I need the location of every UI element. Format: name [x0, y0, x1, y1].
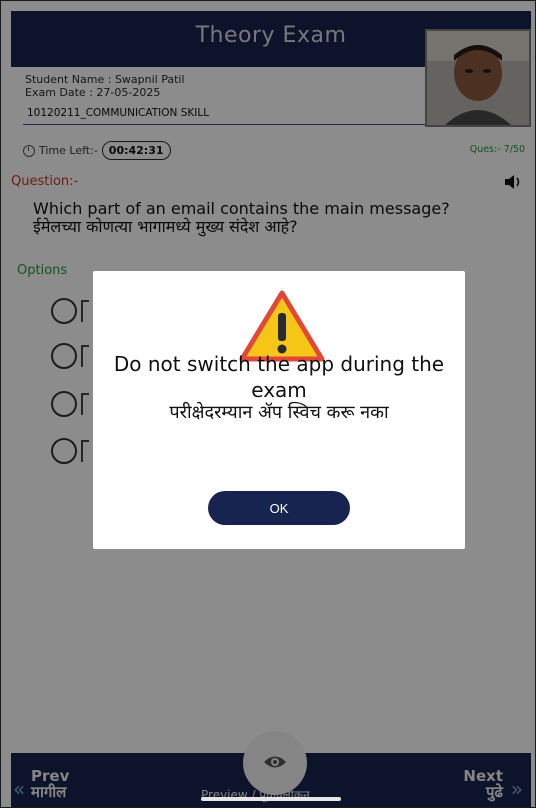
ok-button[interactable]: OK: [208, 491, 350, 525]
dialog-message-marathi: परीक्षेदरम्यान ॲप स्विच करू नका: [169, 402, 389, 423]
warning-dialog: Do not switch the app during the exam पर…: [93, 271, 465, 549]
exam-screen: Theory Exam Student Name : Swapnil Patil…: [0, 0, 536, 808]
dialog-message-english: Do not switch the app during the exam: [113, 352, 445, 402]
home-indicator[interactable]: [201, 797, 341, 801]
